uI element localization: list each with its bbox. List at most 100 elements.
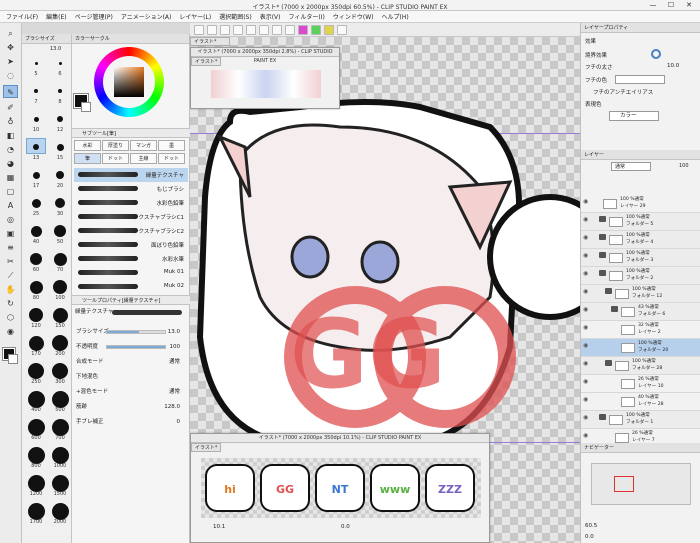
layer-row[interactable]: ◉ 100 %通常 フォルダー 4 — [581, 231, 700, 249]
hand-tool-icon[interactable]: ✋ — [3, 283, 18, 296]
brush-size-dot[interactable] — [51, 474, 69, 492]
brush-size-tab[interactable]: ブラシサイズ — [22, 34, 71, 44]
ruler-tool-icon[interactable]: ≡ — [3, 241, 18, 254]
tool-property-value[interactable]: 13.0 — [168, 326, 180, 338]
layer-property-tab[interactable]: レイヤープロパティ — [581, 23, 700, 33]
settings-icon[interactable] — [337, 24, 347, 35]
airbrush-tool-icon[interactable]: ♁ — [3, 115, 18, 128]
brush-list-item[interactable]: 縁量テクスチャ — [74, 168, 188, 182]
brush-size-dot[interactable] — [53, 252, 67, 266]
brush-size-dot[interactable] — [58, 89, 62, 93]
navigator-tab[interactable]: ナビゲーター — [581, 443, 700, 453]
tool-property-row[interactable]: 合成モード 通常 — [76, 356, 186, 368]
zoom-tool-icon[interactable]: ⌕ — [3, 27, 18, 40]
folder-icon[interactable] — [599, 414, 606, 420]
layer-visibility-eye-icon[interactable]: ◉ — [583, 432, 588, 439]
bottom-view-zoom[interactable]: 10.1 — [213, 524, 225, 530]
layer-visibility-eye-icon[interactable]: ◉ — [583, 342, 588, 349]
brush-list-item[interactable]: もじブラシ — [74, 182, 188, 196]
brush-size-dot[interactable] — [52, 335, 68, 351]
minimize-button[interactable]: — — [646, 1, 660, 10]
brush-size-dot[interactable] — [56, 143, 64, 151]
brush-size-dot[interactable] — [30, 225, 42, 237]
brush-size-dot[interactable] — [27, 446, 45, 464]
layer-visibility-eye-icon[interactable]: ◉ — [583, 270, 588, 277]
sub-color-swatch[interactable] — [8, 354, 18, 364]
canvas-area[interactable]: イラスト* GG イラスト* (7000 x 2000px 350dpi 2.8… — [190, 37, 580, 543]
color-circle-sub-swatch[interactable] — [81, 102, 91, 112]
brush-list-item[interactable]: 面ぼり色鉛筆 — [74, 238, 188, 252]
menu-window[interactable]: ウィンドウ(W) — [333, 12, 374, 21]
bottom-view-window[interactable]: イラスト* (7000 x 2000px 350dpi 10.1%) - CLI… — [190, 433, 490, 543]
layer-row[interactable]: ◉ 100 %通常 フォルダー 20 — [581, 339, 700, 357]
sub-view-doc-tab[interactable]: イラスト* — [191, 57, 221, 66]
eraser-tool-icon[interactable]: ◧ — [3, 129, 18, 142]
border-width-value[interactable]: 10.0 — [667, 63, 679, 69]
brush-size-dot[interactable] — [28, 363, 44, 379]
color-swatch-green-icon[interactable] — [311, 24, 321, 35]
brush-list-item[interactable]: 水彩水筆 — [74, 252, 188, 266]
bottom-view-angle[interactable]: 0.0 — [341, 524, 350, 530]
brush-size-dot[interactable] — [32, 171, 40, 179]
tool-property-value[interactable]: 0 — [177, 416, 181, 428]
layer-row[interactable]: ◉ 26 %通常 レイヤー 10 — [581, 375, 700, 393]
menu-edit[interactable]: 編集(E) — [46, 12, 66, 21]
layer-row[interactable]: ◉ 32 %通常 レイヤー 2 — [581, 321, 700, 339]
tool-property-value[interactable]: 通常 — [169, 356, 180, 368]
layer-tab[interactable]: レイヤー — [581, 150, 700, 160]
sub-tool-group-button[interactable]: 厚塗り — [102, 140, 129, 151]
layer-opacity-value[interactable]: 100 — [679, 163, 689, 169]
brush-size-dot[interactable] — [34, 61, 38, 65]
antialias-checkbox[interactable]: フチのアンチエイリアス — [593, 88, 653, 96]
layer-row[interactable]: ◉ 100 %通常 フォルダー 1 — [581, 411, 700, 429]
blur-tool-icon[interactable]: ◉ — [3, 325, 18, 338]
brush-size-dot[interactable] — [28, 335, 44, 351]
frame-tool-icon[interactable]: ▣ — [3, 227, 18, 240]
folder-icon[interactable] — [605, 288, 612, 294]
brush-list-item[interactable]: Muk 01 — [74, 266, 188, 280]
color-swatch-yellow-icon[interactable] — [324, 24, 334, 35]
tool-property-value[interactable]: 通常 — [169, 386, 180, 398]
correction-tool-icon[interactable]: ✂ — [3, 255, 18, 268]
brush-size-dot[interactable] — [33, 116, 39, 122]
folder-icon[interactable] — [599, 216, 606, 222]
tool-property-row[interactable]: 不透明度 100 — [76, 341, 186, 353]
folder-icon[interactable] — [599, 252, 606, 258]
brush-tool-icon[interactable]: ✐ — [3, 101, 18, 114]
color-swatch-magenta-icon[interactable] — [298, 24, 308, 35]
menu-filter[interactable]: フィルター(I) — [289, 12, 325, 21]
brush-size-dot[interactable] — [29, 280, 43, 294]
tool-property-row[interactable]: 下地混色 — [76, 371, 186, 383]
close-button[interactable]: ✕ — [682, 1, 696, 10]
brush-size-dot[interactable] — [57, 116, 63, 122]
tool-property-tab[interactable]: ツールプロパティ[縁量テクスチャ] — [72, 295, 190, 305]
blend-tool-icon[interactable]: ◔ — [3, 143, 18, 156]
border-effect-toggle-icon[interactable] — [651, 49, 661, 59]
brush-size-dot[interactable] — [56, 171, 64, 179]
menu-help[interactable]: ヘルプ(H) — [381, 12, 408, 21]
transform-icon[interactable] — [285, 24, 295, 35]
menu-file[interactable]: ファイル(F) — [6, 12, 38, 21]
figure-tool-icon[interactable]: ▢ — [3, 185, 18, 198]
tool-property-slider[interactable] — [106, 330, 166, 334]
layer-row[interactable]: ◉ 100 %通常 フォルダー 28 — [581, 357, 700, 375]
navigator-angle[interactable]: 0.0 — [585, 534, 594, 540]
layer-row[interactable]: ◉ 100 %通常 フォルダー 3 — [581, 249, 700, 267]
brush-size-dot[interactable] — [54, 225, 66, 237]
layer-visibility-eye-icon[interactable]: ◉ — [583, 198, 588, 205]
brush-size-dot[interactable] — [27, 418, 45, 436]
brush-size-dot[interactable] — [29, 308, 43, 322]
menu-animation[interactable]: アニメーション(A) — [121, 12, 172, 21]
menu-page[interactable]: ページ管理(P) — [75, 12, 113, 21]
maximize-button[interactable]: ☐ — [664, 1, 678, 10]
layer-visibility-eye-icon[interactable]: ◉ — [583, 216, 588, 223]
sub-tool-group-button[interactable]: 水彩 — [74, 140, 101, 151]
gradient-tool-icon[interactable]: ▦ — [3, 171, 18, 184]
redo-icon[interactable] — [246, 24, 256, 35]
brush-list-item[interactable]: テクスチャブラシC1 — [74, 210, 188, 224]
sub-tool-tab[interactable]: サブツール[筆] — [72, 128, 190, 138]
brush-size-dot[interactable] — [34, 89, 38, 93]
move-tool-icon[interactable]: ✥ — [3, 41, 18, 54]
layer-visibility-eye-icon[interactable]: ◉ — [583, 288, 588, 295]
layer-row[interactable]: ◉ 100 %通常 レイヤー 29 — [581, 195, 700, 213]
